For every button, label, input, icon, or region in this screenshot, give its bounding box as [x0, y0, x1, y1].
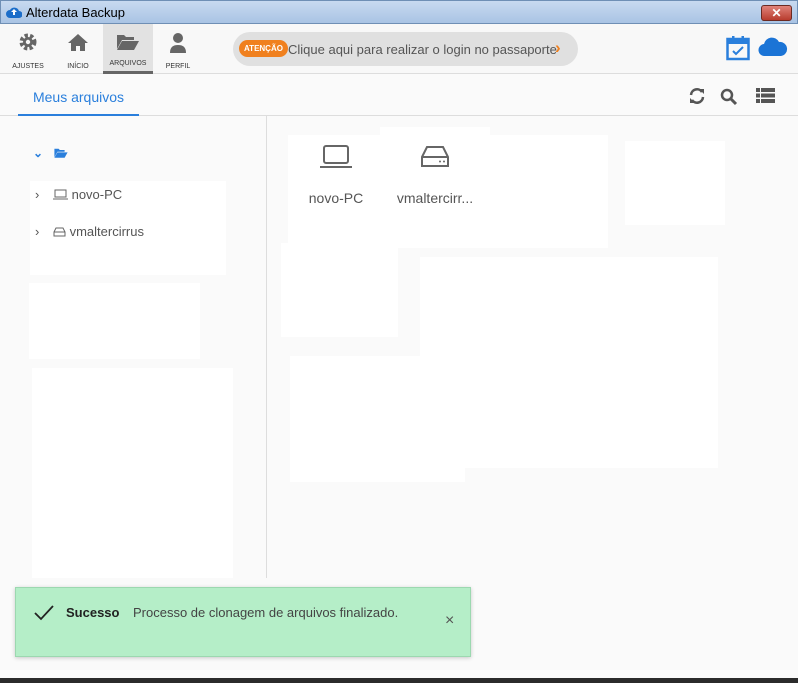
grid-item-novo-pc[interactable]: novo-PC	[296, 144, 376, 206]
laptop-icon	[320, 145, 352, 168]
toast-title: Sucesso	[66, 605, 120, 620]
toolbar-label: AJUSTES	[12, 63, 44, 70]
chevron-right-icon: ›	[555, 38, 561, 57]
close-button[interactable]: ✕	[761, 5, 792, 21]
tree-item-novo-pc[interactable]: › novo-PC	[35, 187, 122, 202]
refresh-icon[interactable]	[689, 88, 705, 104]
chevron-right-icon: ›	[35, 187, 40, 202]
grid-item-vmaltercirrus[interactable]: vmaltercirr...	[388, 144, 482, 206]
list-view-icon[interactable]	[756, 88, 775, 103]
user-icon	[170, 33, 186, 53]
search-icon[interactable]	[720, 88, 738, 106]
window-bottom-border	[0, 678, 798, 683]
gear-icon	[19, 33, 37, 51]
attention-badge: ATENÇÃO	[239, 40, 288, 57]
toast-message: Processo de clonagem de arquivos finaliz…	[133, 605, 399, 620]
toolbar-label: INÍCIO	[67, 63, 89, 70]
tree-item-vmaltercirrus[interactable]: › vmaltercirrus	[35, 224, 144, 239]
success-toast: Sucesso Processo de clonagem de arquivos…	[15, 587, 471, 657]
toast-close-button[interactable]: ×	[445, 612, 454, 630]
app-cloud-icon	[6, 7, 22, 18]
grid-item-label: vmaltercirr...	[396, 190, 474, 206]
window-title: Alterdata Backup	[26, 5, 126, 20]
toolbar: AJUSTES INÍCIO ARQUIVOS PERFIL ATENÇÃO C…	[0, 24, 798, 74]
tree-item-label: novo-PC	[71, 187, 123, 202]
banner-text: Clique aqui para realizar o login no pas…	[288, 42, 557, 57]
tab-bar: Meus arquivos	[0, 75, 798, 116]
chevron-right-icon: ›	[35, 224, 40, 239]
folder-open-icon	[117, 35, 139, 50]
home-icon	[68, 34, 88, 51]
login-banner[interactable]: ATENÇÃO Clique aqui para realizar o logi…	[233, 32, 578, 66]
cloud-icon[interactable]	[758, 36, 788, 58]
laptop-icon	[52, 189, 68, 200]
tab-meus-arquivos[interactable]: Meus arquivos	[18, 75, 139, 116]
grid-item-label: novo-PC	[308, 190, 364, 206]
toolbar-ajustes[interactable]: AJUSTES	[3, 24, 53, 74]
tree-item-label: vmaltercirrus	[69, 224, 144, 239]
check-icon	[34, 605, 54, 621]
toolbar-label: ARQUIVOS	[109, 60, 147, 67]
hard-drive-icon	[421, 146, 449, 167]
hard-drive-icon	[53, 227, 66, 237]
title-bar: Alterdata Backup ✕	[0, 0, 798, 24]
toolbar-inicio[interactable]: INÍCIO	[53, 24, 103, 74]
folder-open-icon[interactable]	[53, 147, 69, 159]
toolbar-perfil[interactable]: PERFIL	[153, 24, 203, 74]
toolbar-arquivos[interactable]: ARQUIVOS	[103, 24, 153, 74]
toolbar-label: PERFIL	[165, 63, 191, 70]
chevron-down-icon[interactable]: ⌄	[33, 146, 43, 160]
folder-tree-pane: ⌄ › novo-PC › vmaltercirrus	[0, 116, 267, 578]
calendar-check-icon[interactable]	[726, 35, 750, 61]
